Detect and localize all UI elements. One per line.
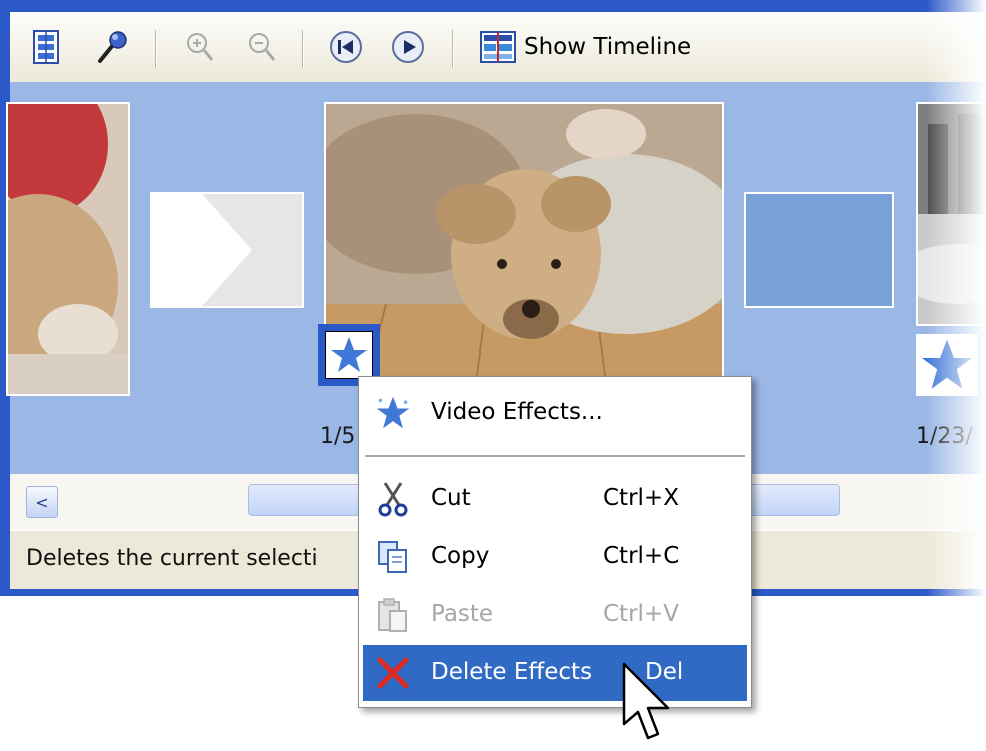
clip-thumbnail xyxy=(326,104,722,384)
video-effect-slot[interactable] xyxy=(916,334,978,396)
menu-item-copy[interactable]: Copy Ctrl+C xyxy=(363,529,747,585)
toolbar-separator xyxy=(452,30,453,68)
narrate-button[interactable] xyxy=(92,26,132,68)
menu-item-paste[interactable]: Paste Ctrl+V xyxy=(363,587,747,643)
show-timeline-button[interactable]: Show Timeline xyxy=(480,26,691,68)
menu-item-label: Delete Effects xyxy=(431,659,593,685)
paste-icon xyxy=(373,595,413,635)
clip-thumbnail xyxy=(8,104,128,394)
context-menu: Video Effects... Cut Ctrl+X Copy Ctrl+C xyxy=(358,376,752,708)
scroll-left-button[interactable]: < xyxy=(26,486,58,518)
play-button[interactable] xyxy=(388,26,428,68)
rewind-icon xyxy=(330,31,362,63)
rewind-button[interactable] xyxy=(326,26,366,68)
clip-duration: 1/5 xyxy=(320,424,356,449)
menu-item-label: Copy xyxy=(431,543,490,569)
copy-icon xyxy=(373,537,413,577)
mouse-cursor-icon xyxy=(622,662,670,740)
narrate-microphone-icon xyxy=(98,31,127,63)
menu-item-cut[interactable]: Cut Ctrl+X xyxy=(363,471,747,527)
toolbar-separator xyxy=(155,30,156,68)
clip-thumbnail xyxy=(918,104,986,324)
toolbar-separator xyxy=(302,30,303,68)
video-effects-star-icon xyxy=(373,393,413,433)
transition-arrow-icon xyxy=(202,194,302,306)
zoom-in-button[interactable] xyxy=(180,26,220,68)
storyboard-clip[interactable] xyxy=(916,102,986,326)
play-icon xyxy=(392,31,424,63)
menu-item-shortcut: Ctrl+X xyxy=(603,485,679,511)
storyboard-clip-selected[interactable] xyxy=(324,102,724,386)
show-timeline-label: Show Timeline xyxy=(524,34,692,60)
menu-item-label: Video Effects... xyxy=(431,399,603,425)
zoom-in-icon xyxy=(187,33,214,61)
menu-item-label: Cut xyxy=(431,485,471,511)
menu-item-video-effects[interactable]: Video Effects... xyxy=(363,385,747,441)
zoom-out-icon xyxy=(249,33,276,61)
storyboard-clip[interactable] xyxy=(6,102,130,396)
status-text: Deletes the current selecti xyxy=(26,546,318,571)
video-effect-star-icon xyxy=(331,337,367,372)
storyboard-toolbar: Show Timeline xyxy=(10,12,986,82)
menu-separator xyxy=(365,455,745,458)
zoom-out-button[interactable] xyxy=(242,26,282,68)
delete-x-icon xyxy=(373,653,413,693)
menu-item-shortcut: Ctrl+V xyxy=(603,601,679,627)
clip-duration: 1/23/ xyxy=(916,424,973,449)
transition-slot[interactable] xyxy=(150,192,304,308)
video-effect-star-icon xyxy=(921,339,973,389)
timeline-icon xyxy=(480,31,516,63)
storyboard-icon xyxy=(33,30,59,64)
menu-item-delete-effects[interactable]: Delete Effects Del xyxy=(363,645,747,701)
menu-item-shortcut: Ctrl+C xyxy=(603,543,680,569)
scissors-icon xyxy=(373,479,413,519)
transition-slot[interactable] xyxy=(744,192,894,308)
chevron-left-icon: < xyxy=(35,492,49,512)
storyboard-button[interactable] xyxy=(26,26,66,68)
menu-item-label: Paste xyxy=(431,601,494,627)
